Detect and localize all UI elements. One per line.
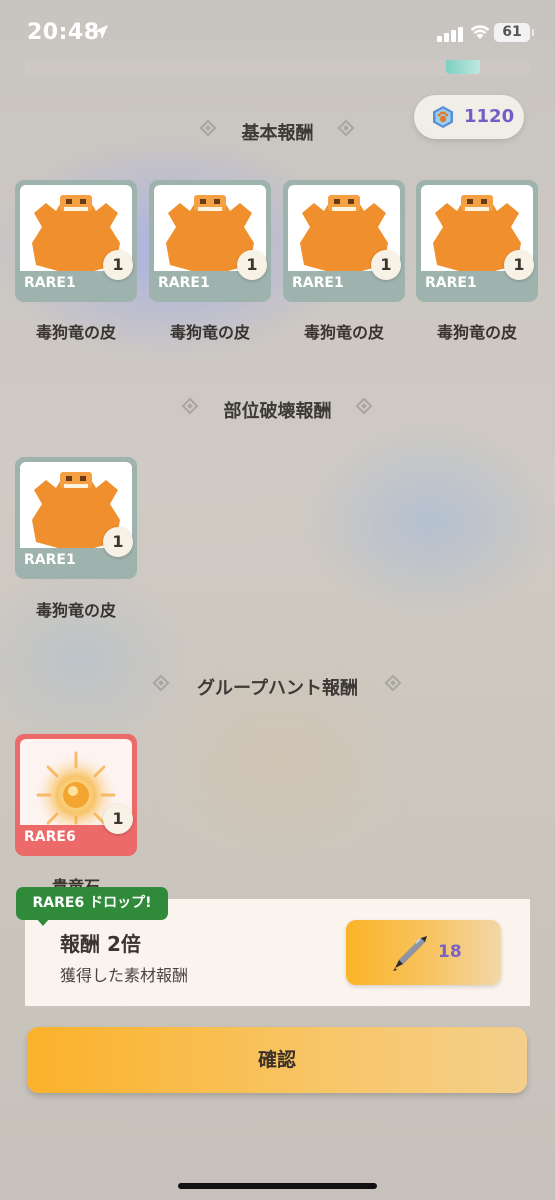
reward-card[interactable]: RARE1 1 — [15, 180, 137, 302]
section-title-group-hunt: グループハント報酬 — [197, 678, 358, 699]
quantity-badge: 1 — [103, 804, 133, 834]
item-name: 毒狗竜の皮 — [35, 601, 116, 620]
rare-drop-badge: RARE6 ドロップ! — [16, 887, 168, 920]
bonus-title: 報酬 2倍 — [60, 932, 141, 956]
reward-card[interactable]: RARE1 1 — [149, 180, 271, 302]
confirm-button[interactable]: 確認 — [27, 1027, 527, 1093]
knife-ticket-icon — [393, 936, 427, 971]
ticket-count: 18 — [438, 942, 462, 962]
quantity-badge: 1 — [103, 527, 133, 557]
quantity-badge: 1 — [504, 250, 534, 280]
wifi-icon — [470, 25, 490, 39]
header-strip — [25, 60, 530, 76]
reward-card[interactable]: RARE6 1 — [15, 734, 137, 856]
double-reward-button[interactable]: 18 — [346, 920, 501, 985]
reward-card[interactable]: RARE1 1 — [416, 180, 538, 302]
location-arrow-icon — [94, 25, 108, 39]
rarity-label: RARE1 — [158, 275, 210, 291]
rarity-label: RARE1 — [24, 552, 76, 568]
quantity-badge: 1 — [237, 250, 267, 280]
cellular-signal-icon — [437, 26, 463, 42]
home-indicator[interactable] — [178, 1183, 377, 1189]
rarity-label: RARE1 — [425, 275, 477, 291]
status-time: 20:48 — [27, 20, 100, 45]
reward-card[interactable]: RARE1 1 — [15, 457, 137, 579]
rarity-label: RARE1 — [24, 275, 76, 291]
reward-card[interactable]: RARE1 1 — [283, 180, 405, 302]
quantity-badge: 1 — [371, 250, 401, 280]
quantity-badge: 1 — [103, 250, 133, 280]
rarity-label: RARE6 — [24, 829, 76, 845]
section-title-basic: 基本報酬 — [241, 123, 314, 144]
item-name: 毒狗竜の皮 — [169, 323, 250, 342]
item-name: 毒狗竜の皮 — [303, 323, 384, 342]
badge-tail — [36, 918, 50, 926]
bonus-subtitle: 獲得した素材報酬 — [60, 966, 189, 985]
item-name: 毒狗竜の皮 — [436, 323, 517, 342]
section-title-part-break: 部位破壊報酬 — [223, 401, 332, 422]
rarity-label: RARE1 — [292, 275, 344, 291]
status-bar: 20:48 61 — [0, 0, 555, 64]
battery-indicator: 61 — [494, 23, 534, 42]
item-name: 毒狗竜の皮 — [35, 323, 116, 342]
gem-icon — [446, 60, 480, 74]
